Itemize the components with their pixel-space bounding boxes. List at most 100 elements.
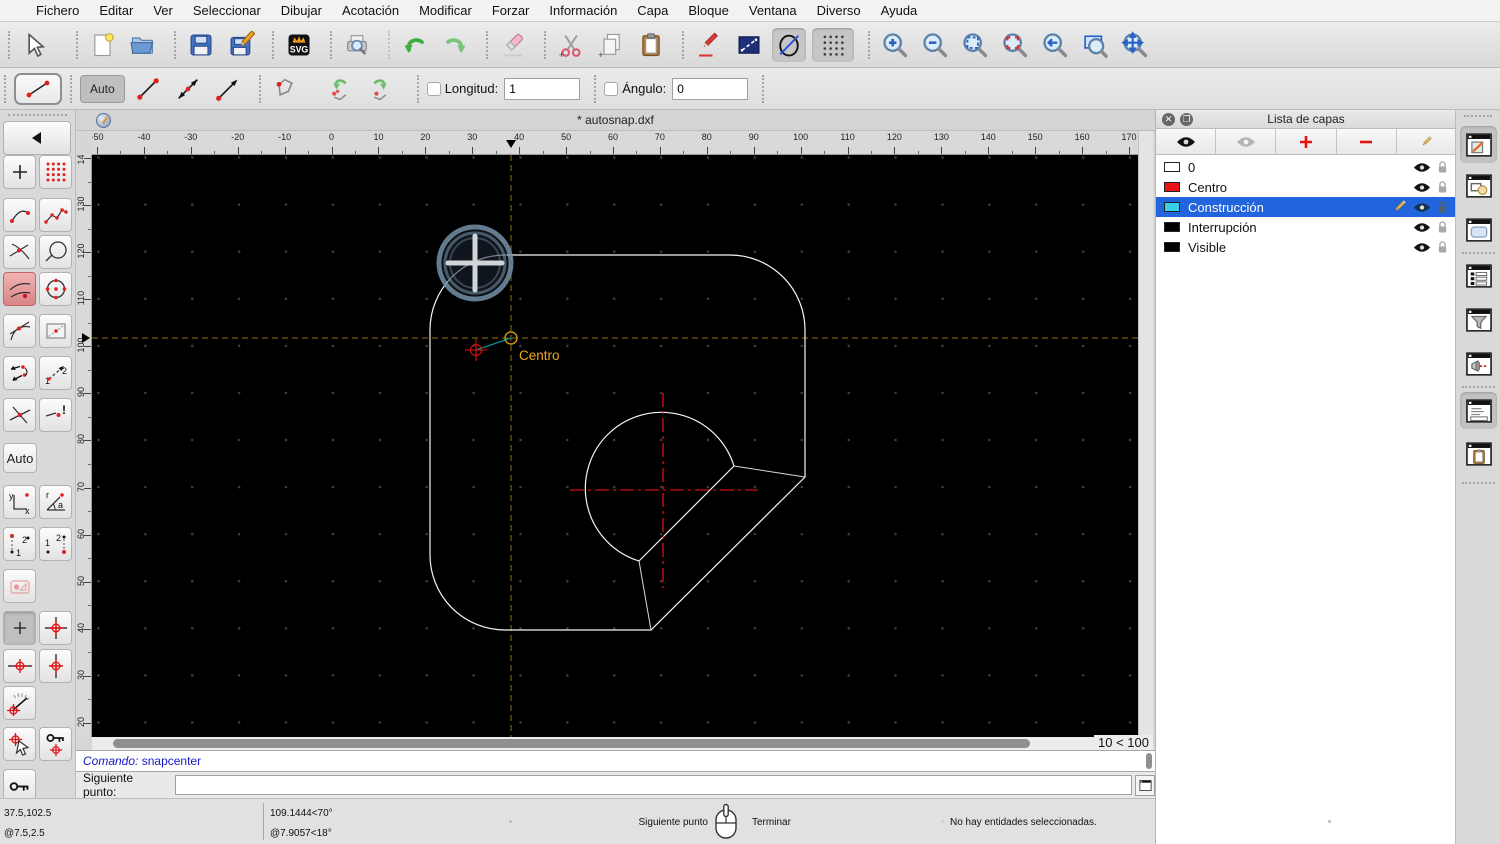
corner-order-a-button[interactable]: 12 bbox=[3, 527, 36, 561]
line-angle-button[interactable] bbox=[211, 72, 245, 106]
undo-segment-button[interactable] bbox=[323, 72, 357, 106]
dock-horn-button[interactable] bbox=[1463, 348, 1494, 379]
lock-snapped-entity-button[interactable] bbox=[39, 727, 72, 761]
snap-crossing-button[interactable] bbox=[3, 398, 36, 432]
menu-ver[interactable]: Ver bbox=[143, 0, 183, 22]
snap-angle-gauge-button[interactable] bbox=[3, 686, 36, 720]
current-tool-button[interactable] bbox=[14, 72, 62, 105]
layer-visibility-icon[interactable] bbox=[1413, 162, 1431, 173]
snap-middle-button-active[interactable] bbox=[3, 272, 36, 306]
snap-grid-button[interactable] bbox=[39, 155, 72, 189]
dock-command-button[interactable] bbox=[1460, 392, 1497, 429]
lock-relative-zero-button[interactable] bbox=[3, 569, 36, 603]
menu-dibujar[interactable]: Dibujar bbox=[271, 0, 332, 22]
zoom-out-button[interactable] bbox=[918, 28, 952, 62]
menu-fichero[interactable]: Fichero bbox=[26, 0, 89, 22]
dock-filter-button[interactable] bbox=[1463, 304, 1494, 335]
polyline-close-button[interactable] bbox=[269, 72, 303, 106]
open-file-button[interactable] bbox=[126, 28, 160, 62]
command-options-button[interactable] bbox=[1135, 774, 1155, 796]
coords-cartesian-button[interactable]: yx bbox=[3, 485, 36, 519]
layer-row-centro[interactable]: Centro bbox=[1156, 177, 1456, 197]
outline-shape[interactable] bbox=[429, 254, 806, 631]
menu-forzar[interactable]: Forzar bbox=[482, 0, 540, 22]
command-history[interactable]: Comando: snapcenter bbox=[76, 750, 1155, 772]
layer-visibility-icon[interactable] bbox=[1413, 182, 1431, 193]
snap-endpoint-button[interactable] bbox=[3, 198, 36, 232]
edit-layer-button[interactable] bbox=[1396, 129, 1457, 154]
restrict-horizontal-button[interactable] bbox=[3, 649, 36, 683]
angle-input[interactable] bbox=[672, 77, 749, 100]
save-as-button[interactable] bbox=[224, 28, 258, 62]
draw-line-rect-button[interactable] bbox=[732, 28, 766, 62]
snap-tangent-button[interactable] bbox=[3, 314, 36, 348]
remove-layer-button[interactable] bbox=[1336, 129, 1397, 154]
panel-float-button[interactable]: ❐ bbox=[1180, 113, 1193, 126]
menu-ventana[interactable]: Ventana bbox=[739, 0, 807, 22]
delete-button[interactable] bbox=[496, 28, 530, 62]
restrict-nothing-active-button[interactable] bbox=[3, 611, 36, 645]
layer-visibility-icon[interactable] bbox=[1413, 242, 1431, 253]
notched-circle[interactable] bbox=[584, 411, 735, 562]
restrict-vertical-button[interactable] bbox=[39, 649, 72, 683]
save-button[interactable] bbox=[184, 28, 218, 62]
undo-button[interactable] bbox=[398, 28, 432, 62]
dock-blocks-button[interactable] bbox=[1463, 170, 1494, 201]
restrict-ortho-button[interactable] bbox=[39, 611, 72, 645]
layer-row-construccion[interactable]: Construcción bbox=[1156, 197, 1456, 217]
restrict-orthogonal-button[interactable] bbox=[3, 356, 36, 390]
length-checkbox[interactable] bbox=[426, 81, 441, 96]
menu-seleccionar[interactable]: Seleccionar bbox=[183, 0, 271, 22]
dock-clipboard-button[interactable] bbox=[1463, 438, 1494, 469]
zoom-pan-button[interactable] bbox=[1118, 28, 1152, 62]
layer-row-0[interactable]: 0 bbox=[1156, 157, 1456, 177]
dock-entity-list-button[interactable] bbox=[1463, 260, 1494, 291]
snap-distance-button[interactable] bbox=[39, 235, 72, 269]
layer-visibility-icon[interactable] bbox=[1413, 222, 1431, 233]
scrollbar-thumb[interactable] bbox=[113, 739, 1030, 748]
line-angle-both-button[interactable] bbox=[171, 72, 205, 106]
draw-ellipse-button[interactable] bbox=[772, 27, 806, 62]
line-two-points-button[interactable] bbox=[131, 72, 165, 106]
snap-free-button[interactable] bbox=[3, 155, 36, 189]
add-layer-button[interactable] bbox=[1276, 129, 1337, 154]
layer-lock-icon[interactable] bbox=[1437, 180, 1448, 194]
grid-toggle-button[interactable] bbox=[812, 27, 854, 62]
panel-close-button[interactable]: ✕ bbox=[1162, 113, 1175, 126]
menu-acotacion[interactable]: Acotación bbox=[332, 0, 409, 22]
hide-all-layers-button[interactable] bbox=[1216, 129, 1277, 154]
select-snapped-entity-button[interactable] bbox=[3, 727, 36, 761]
connector-line-top[interactable] bbox=[733, 465, 806, 478]
line-auto-button[interactable]: Auto bbox=[80, 74, 125, 103]
coords-polar-button[interactable]: ra bbox=[39, 485, 72, 519]
dock-layers-button[interactable] bbox=[1460, 126, 1497, 163]
menu-bloque[interactable]: Bloque bbox=[678, 0, 738, 22]
show-all-layers-button[interactable] bbox=[1156, 129, 1217, 154]
layer-row-visible[interactable]: Visible bbox=[1156, 237, 1456, 257]
dock-library-button[interactable] bbox=[1463, 214, 1494, 245]
zoom-window-button[interactable] bbox=[1078, 28, 1112, 62]
export-svg-button[interactable]: SVG bbox=[282, 28, 316, 62]
snap-back-button[interactable] bbox=[3, 121, 71, 155]
snap-center-button[interactable] bbox=[39, 272, 72, 306]
layer-edit-pencil-icon[interactable] bbox=[1391, 199, 1407, 215]
dock-handle[interactable] bbox=[1464, 115, 1492, 119]
zoom-auto-button[interactable] bbox=[958, 28, 992, 62]
menu-informacion[interactable]: Información bbox=[539, 0, 627, 22]
menu-capa[interactable]: Capa bbox=[627, 0, 678, 22]
snap-on-entity-button[interactable] bbox=[39, 198, 72, 232]
snap-exclusive-button[interactable]: ! bbox=[39, 398, 72, 432]
drawing-canvas[interactable]: Centro bbox=[92, 155, 1138, 737]
select-pointer-button[interactable] bbox=[18, 28, 52, 62]
menu-ayuda[interactable]: Ayuda bbox=[871, 0, 928, 22]
menu-diverso[interactable]: Diverso bbox=[807, 0, 871, 22]
layer-row-interrupcion[interactable]: Interrupción bbox=[1156, 217, 1456, 237]
draw-pen-button[interactable] bbox=[692, 28, 726, 62]
zoom-in-button[interactable] bbox=[878, 28, 912, 62]
angle-checkbox[interactable] bbox=[604, 81, 619, 96]
toolbar-handle[interactable] bbox=[8, 114, 67, 118]
zoom-previous-button[interactable] bbox=[1038, 28, 1072, 62]
snap-auto-button[interactable]: Auto bbox=[3, 443, 37, 473]
zoom-selection-button[interactable] bbox=[998, 28, 1032, 62]
copy-button[interactable]: + bbox=[594, 28, 628, 62]
